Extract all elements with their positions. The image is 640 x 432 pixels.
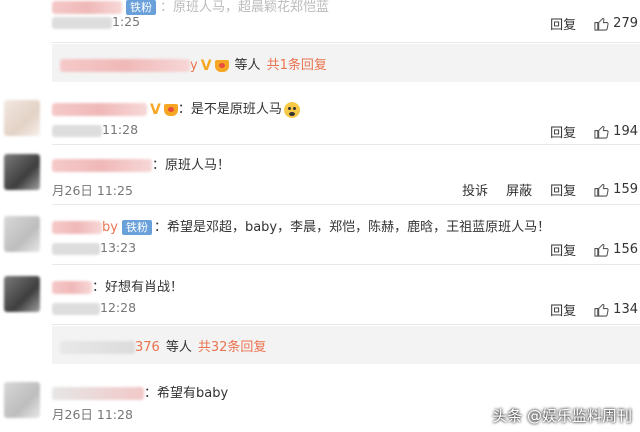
thumbs-up-icon [594, 243, 609, 257]
like-button[interactable]: 156 [594, 242, 638, 257]
thumbs-up-icon [594, 303, 609, 317]
like-count: 134 [613, 302, 638, 317]
commenter-name[interactable] [52, 221, 102, 234]
like-button[interactable]: 279 [594, 16, 638, 31]
comment-item: ：原班人马！ 月26日 11:25 投诉 屏蔽 回复 159 [0, 146, 640, 202]
vip-v-icon: V [200, 57, 212, 74]
comment-text-line: 铁粉 ：原班人马，超晨颖花郑恺蓝 [52, 0, 329, 15]
comment-time: 1:25 [52, 14, 140, 29]
like-button[interactable]: 194 [594, 124, 638, 139]
comment-item: V ：是不是原班人马 11:28 回复 194 [0, 92, 640, 142]
vip-v-icon: V [150, 101, 161, 118]
comment-item: 铁粉 ：原班人马，超晨颖花郑恺蓝 1:25 回复 279 [0, 0, 640, 38]
comment-text-line: ：希望有baby [52, 382, 228, 401]
thumbs-up-icon [594, 183, 609, 197]
shocked-emoji-icon [283, 101, 300, 118]
comment-time: 月26日 11:28 [52, 407, 133, 422]
reply-button[interactable]: 回复 [550, 14, 576, 33]
like-count: 159 [613, 182, 638, 197]
comment-text-line: ：原班人马！ [52, 154, 230, 173]
block-button[interactable]: 屏蔽 [506, 180, 532, 199]
watermark: 头条 @娱乐监料周刊 [492, 407, 632, 425]
comment-time: 11:28 [52, 122, 138, 137]
commenter-name[interactable] [52, 387, 144, 400]
view-replies-link[interactable]: 共1条回复 [267, 58, 327, 73]
comment-text: ：好想有肖战！ [92, 280, 184, 295]
divider [52, 144, 640, 145]
comment-text: ：希望有baby [144, 386, 229, 401]
crown-icon [214, 59, 229, 72]
sub-replies-bar: 376 等人 共32条回复 [52, 326, 640, 364]
fan-badge: 铁粉 [126, 0, 156, 15]
comment-time: 12:28 [52, 300, 136, 315]
comment-text-line: by 铁粉 ：希望是邓超，baby，李晨，郑恺，陈赫，鹿晗，王祖蓝原班人马！ [52, 216, 550, 235]
commenter-name[interactable] [52, 1, 122, 14]
comment-text-line: ：好想有肖战！ [52, 276, 183, 295]
thumbs-up-icon [594, 17, 609, 31]
comment-text-line: V ：是不是原班人马 [52, 98, 300, 118]
divider [52, 204, 640, 205]
comment-text: ：原班人马！ [152, 158, 231, 173]
comment-time: 月26日 11:25 [52, 183, 133, 198]
comment-item: by 铁粉 ：希望是邓超，baby，李晨，郑恺，陈赫，鹿晗，王祖蓝原班人马！ 13:… [0, 206, 640, 262]
replier-name[interactable] [60, 59, 190, 72]
like-count: 279 [613, 16, 638, 31]
report-button[interactable]: 投诉 [462, 180, 488, 199]
avatar[interactable] [4, 100, 40, 136]
comment-item: ：好想有肖战！ 12:28 回复 134 [0, 266, 640, 322]
crown-icon [163, 103, 178, 116]
like-count: 194 [613, 124, 638, 139]
sub-replies-bar: y V 等人 共1条回复 [52, 44, 640, 82]
divider [52, 264, 640, 265]
comment-actions: 回复 156 [532, 240, 640, 259]
comment-actions: 回复 194 [532, 122, 640, 141]
avatar[interactable] [4, 154, 40, 190]
people-label: 等人 [165, 340, 192, 355]
commenter-name[interactable] [52, 159, 152, 172]
comment-text: ：原班人马，超晨颖花郑恺蓝 [160, 0, 330, 15]
avatar[interactable] [4, 382, 40, 418]
fan-badge: 铁粉 [121, 220, 152, 235]
divider [52, 42, 640, 43]
commenter-name[interactable] [52, 281, 92, 294]
people-label: 等人 [234, 58, 261, 73]
like-count: 156 [613, 242, 638, 257]
comment-time: 13:23 [52, 240, 136, 255]
reply-button[interactable]: 回复 [550, 300, 576, 319]
divider [52, 324, 640, 325]
comment-text: ：希望是邓超，baby，李晨，郑恺，陈赫，鹿晗，王祖蓝原班人马！ [153, 220, 551, 235]
like-button[interactable]: 159 [594, 182, 638, 197]
thumbs-up-icon [594, 125, 609, 139]
commenter-name[interactable] [52, 103, 147, 116]
reply-button[interactable]: 回复 [550, 180, 576, 199]
avatar[interactable] [4, 216, 40, 252]
reply-button[interactable]: 回复 [550, 122, 576, 141]
comment-actions: 回复 279 [532, 14, 640, 33]
replier-name[interactable] [60, 341, 135, 354]
view-replies-link[interactable]: 共32条回复 [198, 340, 267, 355]
comment-actions: 回复 134 [532, 300, 640, 319]
like-button[interactable]: 134 [594, 302, 638, 317]
avatar[interactable] [4, 276, 40, 312]
reply-button[interactable]: 回复 [550, 240, 576, 259]
comment-actions: 投诉 屏蔽 回复 159 [444, 180, 640, 199]
comment-text: ：是不是原班人马 [177, 102, 282, 117]
